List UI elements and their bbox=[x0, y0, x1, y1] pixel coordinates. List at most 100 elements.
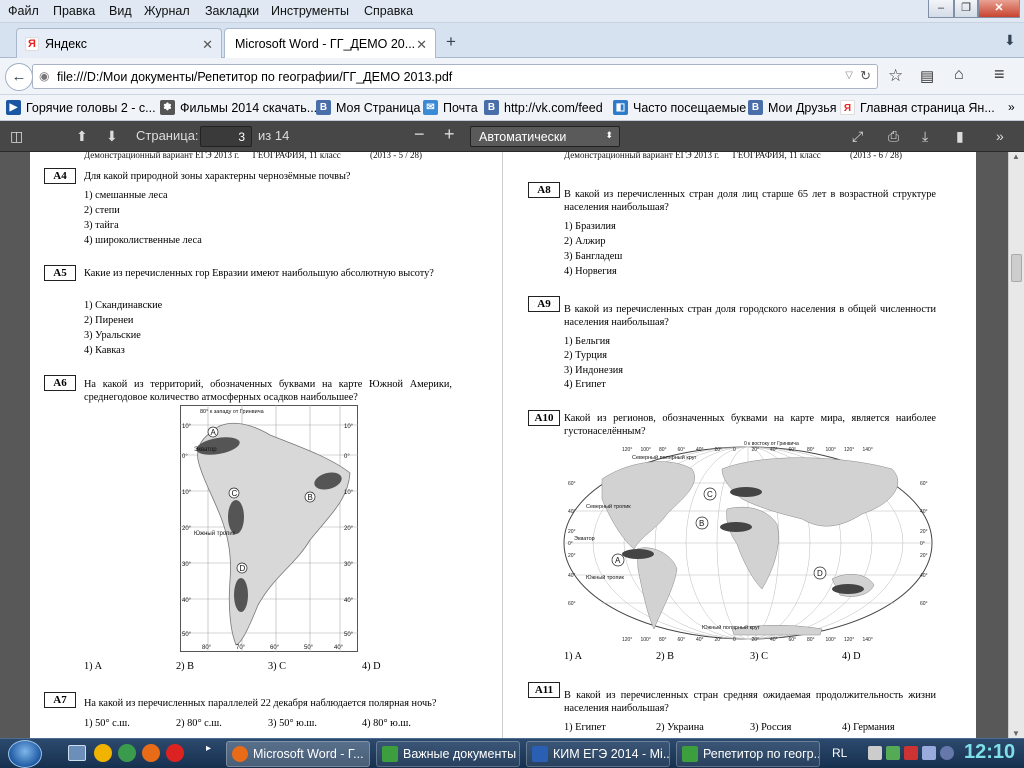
longitude-label: 60° bbox=[678, 447, 686, 453]
map-letter-b: B bbox=[699, 519, 704, 528]
url-bar[interactable]: ◉ file:///D:/Мои документы/Репетитор по … bbox=[32, 64, 878, 89]
close-tab-icon[interactable]: ✕ bbox=[416, 37, 427, 53]
utorrent-icon[interactable] bbox=[118, 744, 136, 762]
download-icon[interactable]: ⬇ bbox=[1004, 32, 1016, 49]
region-c-marker bbox=[730, 487, 762, 497]
vertical-scrollbar[interactable]: ▲ ▼ bbox=[1008, 152, 1024, 738]
taskbar-item-folder[interactable]: Важные документы bbox=[376, 741, 520, 767]
scroll-thumb[interactable] bbox=[1011, 254, 1022, 282]
tab-pdf[interactable]: Microsoft Word - ГГ_ДЕМО 20... ✕ bbox=[224, 28, 436, 59]
bookmarks-bar: ▶ Горячие головы 2 - с... ✽ Фильмы 2014 ск… bbox=[0, 95, 1024, 121]
bookmark-item[interactable]: ✽ Фильмы 2014 скачать... bbox=[160, 100, 317, 115]
vk-icon: B bbox=[316, 100, 331, 115]
scroll-down-icon[interactable]: ▼ bbox=[1012, 729, 1020, 738]
svg-text:30°: 30° bbox=[182, 562, 192, 568]
close-icon[interactable]: ✕ bbox=[978, 0, 1020, 18]
save-icon[interactable]: ⤓ bbox=[922, 128, 928, 145]
scroll-up-icon[interactable]: ▲ bbox=[1012, 152, 1020, 161]
menu-bookmarks[interactable]: Закладки bbox=[205, 4, 259, 18]
film-icon: ✽ bbox=[160, 100, 175, 115]
longitude-label: 140° bbox=[863, 447, 873, 453]
bookmark-item[interactable]: ✉ Почта bbox=[423, 100, 478, 115]
yandex-icon: Я bbox=[25, 37, 39, 51]
network-icon[interactable] bbox=[886, 746, 900, 760]
bookmark-star-icon[interactable]: ☆ bbox=[888, 66, 903, 86]
opera-icon[interactable] bbox=[166, 744, 184, 762]
back-icon[interactable]: ← bbox=[5, 63, 33, 91]
reload-icon[interactable]: ↻ bbox=[860, 68, 871, 84]
bookmark-item[interactable]: ◧ Часто посещаемые bbox=[613, 100, 746, 115]
bookmark-item[interactable]: Я Главная страница Ян... bbox=[840, 100, 995, 115]
longitude-label: 60° bbox=[789, 637, 797, 643]
more-bookmarks-icon[interactable]: » bbox=[1008, 100, 1015, 114]
expand-icon[interactable]: ▸ bbox=[206, 743, 211, 754]
column-divider bbox=[502, 152, 503, 738]
zoom-select[interactable]: Автоматически ⬍ bbox=[470, 126, 620, 147]
url-text: file:///D:/Мои документы/Репетитор по ге… bbox=[57, 70, 453, 84]
page-number-input[interactable]: 3 bbox=[200, 126, 252, 147]
new-tab-icon[interactable]: + bbox=[446, 32, 456, 52]
latitude-label: 0° bbox=[920, 541, 925, 547]
restore-icon[interactable]: ❐ bbox=[954, 0, 978, 18]
zoom-out-icon[interactable]: − bbox=[414, 124, 425, 145]
reader-icon[interactable]: ▤ bbox=[920, 67, 934, 85]
taskbar-item-firefox[interactable]: Microsoft Word - Г... bbox=[226, 741, 370, 767]
svg-text:0°: 0° bbox=[344, 454, 350, 460]
minimize-icon[interactable]: – bbox=[928, 0, 954, 18]
question-text: На какой из перечисленных параллелей 22 … bbox=[84, 698, 437, 709]
update-icon[interactable] bbox=[940, 746, 954, 760]
show-desktop-icon[interactable] bbox=[68, 745, 86, 761]
dropdown-icon[interactable]: ▽ bbox=[845, 70, 853, 81]
antivirus-icon[interactable] bbox=[904, 746, 918, 760]
map-letter-d: D bbox=[817, 569, 823, 578]
clock[interactable]: 12:10 bbox=[964, 741, 1015, 764]
menu-file[interactable]: Файл bbox=[8, 4, 39, 18]
zoom-in-icon[interactable]: + bbox=[444, 124, 455, 145]
volume-icon[interactable] bbox=[922, 746, 936, 760]
start-button[interactable] bbox=[8, 740, 42, 768]
longitude-label: 120° bbox=[844, 447, 854, 453]
menu-help[interactable]: Справка bbox=[364, 4, 413, 18]
sidebar-toggle-icon[interactable]: ◫ bbox=[10, 128, 23, 145]
bookmark-item[interactable]: B Мои Друзья bbox=[748, 100, 837, 115]
pdf-viewer[interactable]: Демонстрационный вариант ЕГЭ 2013 г. ГЕО… bbox=[0, 152, 1008, 738]
menu-history[interactable]: Журнал bbox=[144, 4, 190, 18]
menu-edit[interactable]: Правка bbox=[53, 4, 95, 18]
answer-option: 4) Германия bbox=[842, 722, 895, 733]
folder-icon: ◧ bbox=[613, 100, 628, 115]
close-tab-icon[interactable]: ✕ bbox=[202, 37, 213, 53]
fullscreen-icon[interactable]: ⤢ bbox=[852, 128, 863, 145]
answer-option: 4) широколиственные леса bbox=[84, 235, 202, 246]
longitude-label: 40° bbox=[696, 447, 704, 453]
tools-icon[interactable]: » bbox=[996, 128, 1004, 144]
next-page-icon[interactable]: ⬇ bbox=[106, 128, 118, 145]
printer-icon[interactable] bbox=[868, 746, 882, 760]
bookmark-item[interactable]: Bhttp://vk.com/feed bbox=[484, 100, 603, 115]
bookmark-icon[interactable]: ▮ bbox=[956, 128, 964, 145]
taskbar-item-folder[interactable]: Репетитор по геогр... bbox=[676, 741, 820, 767]
language-indicator[interactable]: RL bbox=[832, 746, 847, 760]
hamburger-menu-icon[interactable]: ≡ bbox=[994, 64, 1005, 85]
print-icon[interactable]: ⎙ bbox=[888, 128, 899, 145]
bookmark-item[interactable]: B Моя Страница bbox=[316, 100, 420, 115]
prev-page-icon[interactable]: ⬆ bbox=[76, 128, 88, 145]
taskbar-item-word[interactable]: КИМ ЕГЭ 2014 - Mi... bbox=[526, 741, 670, 767]
explorer-icon[interactable] bbox=[94, 744, 112, 762]
region-d-marker bbox=[832, 584, 864, 594]
svg-text:40°: 40° bbox=[334, 645, 344, 651]
tab-yandex[interactable]: Я Яндекс ✕ bbox=[16, 28, 222, 58]
folder-icon bbox=[382, 746, 398, 762]
question-number: A9 bbox=[528, 296, 560, 312]
svg-text:10°: 10° bbox=[344, 490, 354, 496]
menu-view[interactable]: Вид bbox=[109, 4, 132, 18]
home-icon[interactable]: ⌂ bbox=[954, 66, 964, 84]
bookmark-item[interactable]: ▶ Горячие головы 2 - с... bbox=[6, 100, 156, 115]
word-icon bbox=[532, 746, 548, 762]
map-letter-a: A bbox=[615, 556, 621, 565]
firefox-icon[interactable] bbox=[142, 744, 160, 762]
globe-icon: ◉ bbox=[39, 69, 50, 83]
bookmark-favicon: ▶ bbox=[6, 100, 21, 115]
svg-text:40°: 40° bbox=[182, 598, 192, 604]
longitude-label: 120° bbox=[622, 637, 632, 643]
menu-tools[interactable]: Инструменты bbox=[271, 4, 349, 18]
